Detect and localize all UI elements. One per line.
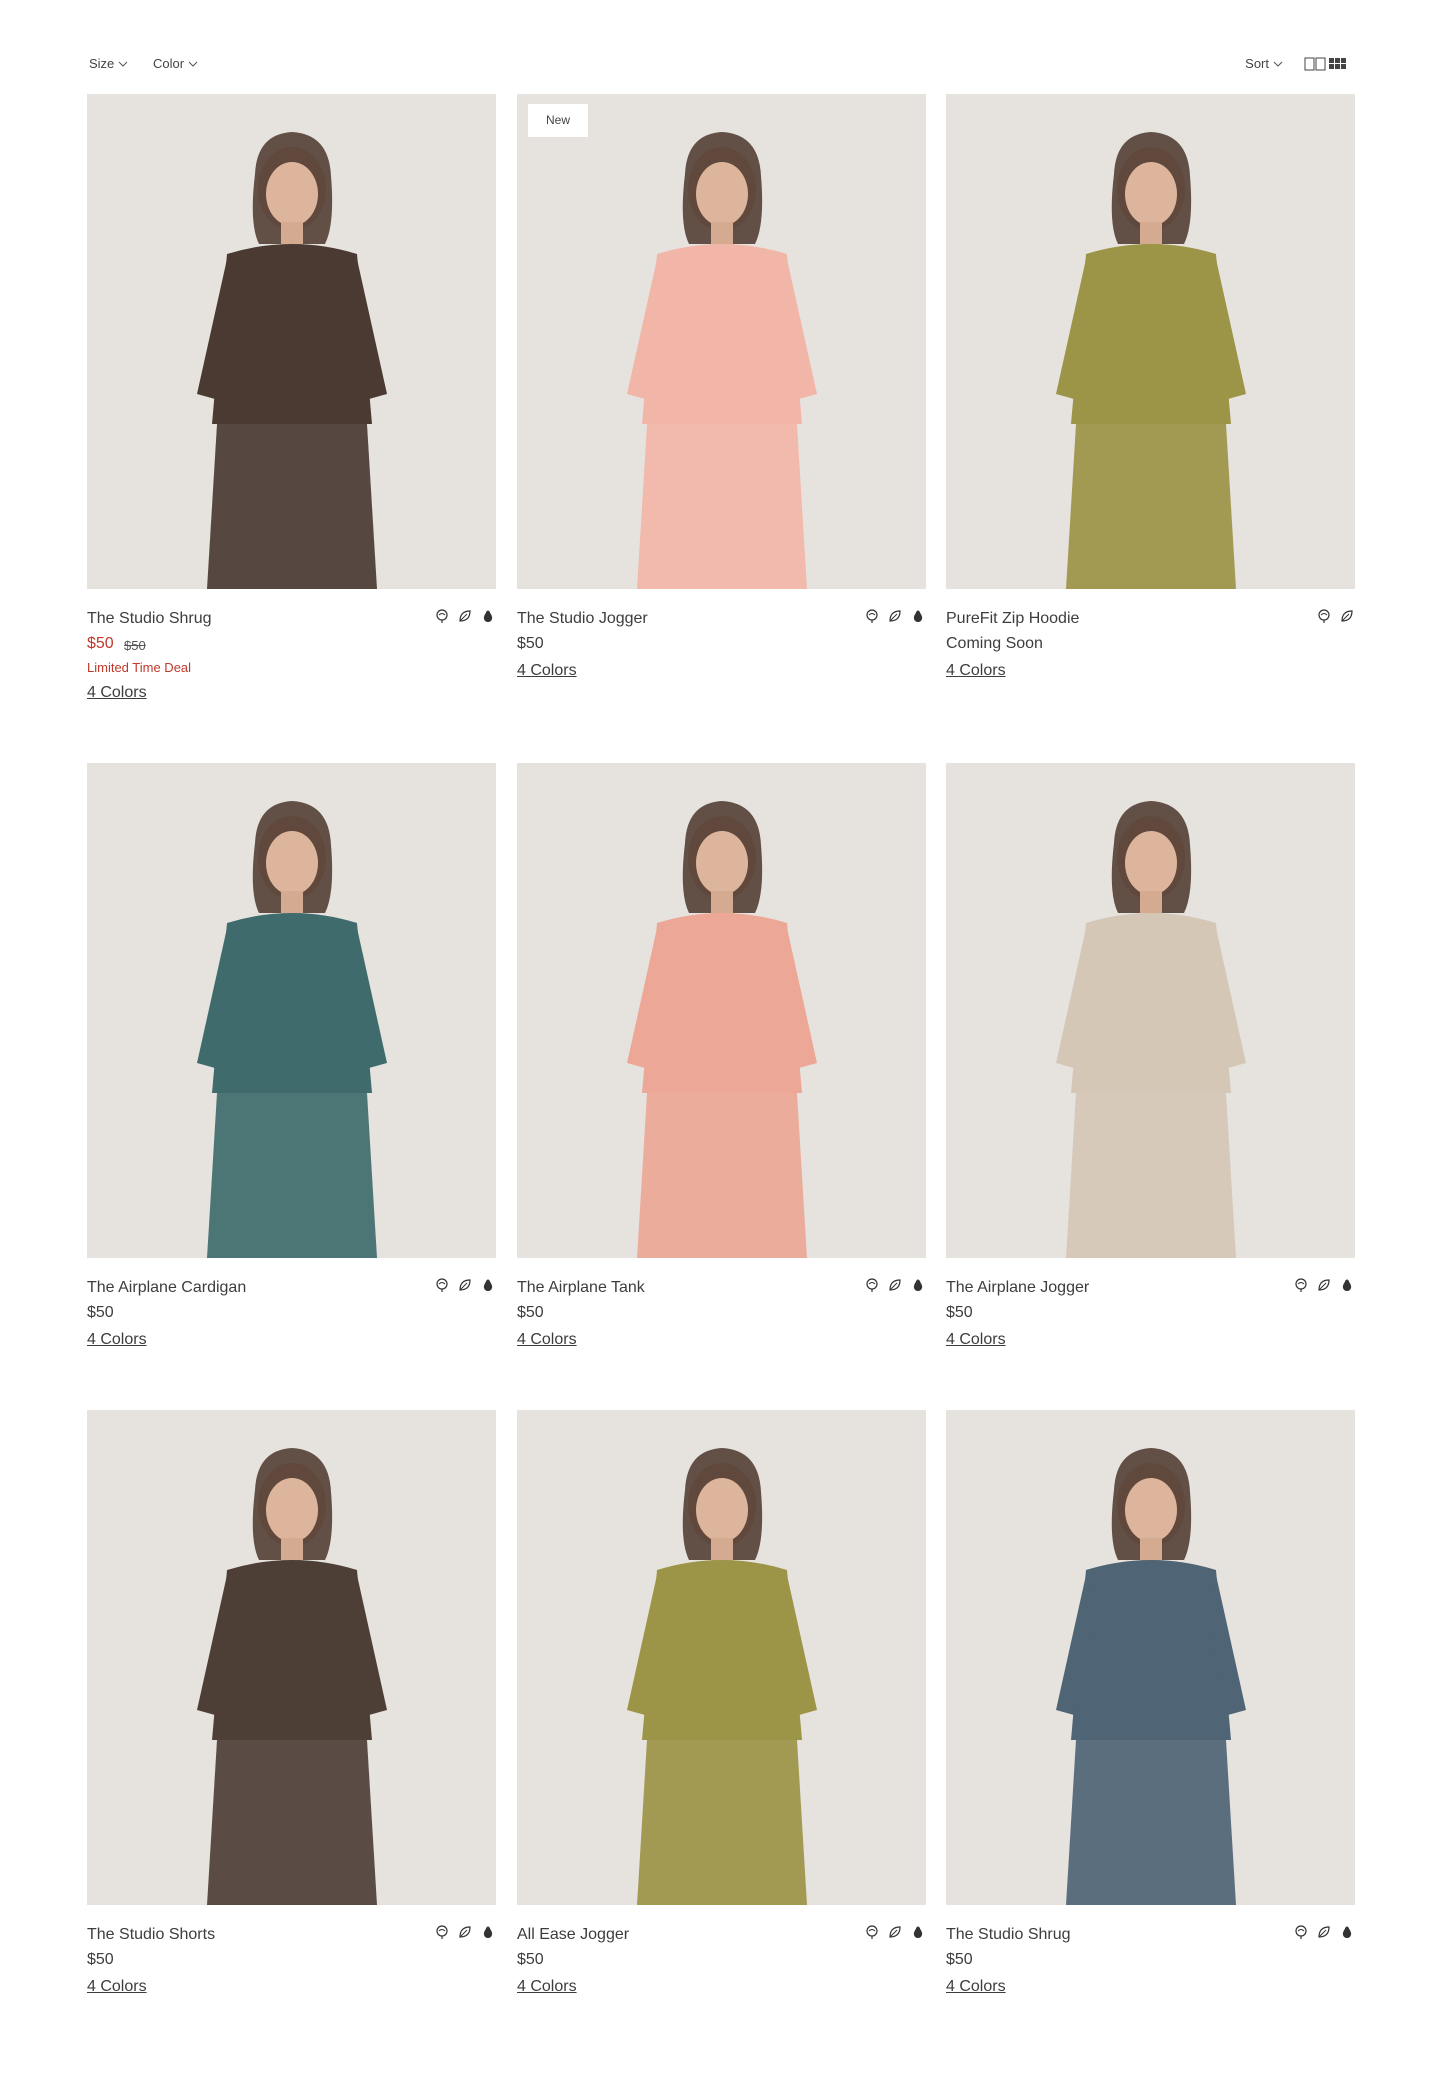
water-drop-icon (910, 1277, 926, 1293)
model-photo (946, 1410, 1355, 1905)
product-name[interactable]: The Studio Shorts (87, 1926, 215, 1944)
colors-link[interactable]: 4 Colors (517, 1331, 577, 1349)
product-price: $50 (87, 1951, 114, 1968)
water-drop-icon (910, 1924, 926, 1940)
original-price: $50 (124, 638, 146, 653)
sustainability-icons (864, 1924, 926, 1940)
product-image[interactable] (517, 1410, 926, 1905)
color-filter-button[interactable]: Color (153, 56, 198, 71)
water-drop-icon (910, 608, 926, 624)
product-name[interactable]: The Studio Shrug (87, 610, 212, 628)
colors-link[interactable]: 4 Colors (946, 1978, 1006, 1996)
product-price: $50 (517, 1951, 544, 1968)
product-image[interactable] (87, 1410, 496, 1905)
sustainability-icons (864, 1277, 926, 1293)
sustainability-icons (434, 1924, 496, 1940)
filter-toolbar: Size Color Sort (87, 48, 1351, 84)
three-column-view-button[interactable] (1329, 56, 1351, 72)
model-photo (517, 763, 926, 1258)
two-column-grid-icon (1304, 57, 1326, 71)
model-photo (946, 94, 1355, 589)
sustainability-icons (1293, 1924, 1355, 1940)
product-name[interactable]: The Airplane Jogger (946, 1279, 1089, 1297)
model-photo (517, 94, 926, 589)
leaf-icon (1339, 608, 1355, 624)
product-price: Coming Soon (946, 635, 1043, 652)
product-image[interactable] (946, 763, 1355, 1258)
product-image[interactable] (87, 763, 496, 1258)
organic-cotton-icon (1293, 1924, 1309, 1940)
product-price: $50 (946, 1951, 973, 1968)
product-name[interactable]: The Studio Jogger (517, 610, 648, 628)
organic-cotton-icon (864, 608, 880, 624)
product-name[interactable]: The Airplane Tank (517, 1279, 645, 1297)
product-price: $50 (87, 1304, 114, 1321)
organic-cotton-icon (434, 1924, 450, 1940)
water-drop-icon (1339, 1924, 1355, 1940)
two-column-view-button[interactable] (1304, 56, 1326, 72)
organic-cotton-icon (1316, 608, 1332, 624)
chevron-down-icon (118, 61, 128, 67)
leaf-icon (887, 608, 903, 624)
colors-link[interactable]: 4 Colors (517, 1978, 577, 1996)
leaf-icon (1316, 1277, 1332, 1293)
organic-cotton-icon (864, 1277, 880, 1293)
model-photo (517, 1410, 926, 1905)
leaf-icon (457, 1924, 473, 1940)
size-filter-label: Size (89, 56, 115, 71)
colors-link[interactable]: 4 Colors (946, 1331, 1006, 1349)
organic-cotton-icon (434, 608, 450, 624)
leaf-icon (887, 1924, 903, 1940)
sustainability-icons (434, 1277, 496, 1293)
leaf-icon (887, 1277, 903, 1293)
leaf-icon (457, 1277, 473, 1293)
product-image[interactable]: New (517, 94, 926, 589)
product-name[interactable]: PureFit Zip Hoodie (946, 610, 1079, 628)
sustainability-icons (1293, 1277, 1355, 1293)
water-drop-icon (480, 1924, 496, 1940)
chevron-down-icon (188, 61, 198, 67)
colors-link[interactable]: 4 Colors (946, 662, 1006, 680)
model-photo (946, 763, 1355, 1258)
product-name[interactable]: The Airplane Cardigan (87, 1279, 246, 1297)
product-name[interactable]: All Ease Jogger (517, 1926, 629, 1944)
leaf-icon (1316, 1924, 1332, 1940)
sustainability-icons (864, 608, 926, 624)
product-image[interactable] (517, 763, 926, 1258)
product-price: $50 (87, 635, 114, 652)
colors-link[interactable]: 4 Colors (517, 662, 577, 680)
sort-button[interactable]: Sort (1245, 56, 1283, 71)
size-filter-button[interactable]: Size (89, 56, 128, 71)
three-column-grid-icon (1329, 58, 1346, 69)
color-filter-label: Color (153, 56, 185, 71)
product-price: $50 (517, 635, 544, 652)
new-badge: New (528, 104, 589, 137)
water-drop-icon (1339, 1277, 1355, 1293)
water-drop-icon (480, 608, 496, 624)
product-price: $50 (946, 1304, 973, 1321)
organic-cotton-icon (434, 1277, 450, 1293)
product-image[interactable] (946, 94, 1355, 589)
leaf-icon (457, 608, 473, 624)
product-image[interactable] (87, 94, 496, 589)
colors-link[interactable]: 4 Colors (87, 1331, 147, 1349)
colors-link[interactable]: 4 Colors (87, 684, 147, 702)
sustainability-icons (1316, 608, 1355, 624)
chevron-down-icon (1273, 61, 1283, 67)
view-toggle (1304, 56, 1351, 72)
deal-label: Limited Time Deal (87, 660, 192, 675)
model-photo (87, 94, 496, 589)
colors-link[interactable]: 4 Colors (87, 1978, 147, 1996)
organic-cotton-icon (864, 1924, 880, 1940)
organic-cotton-icon (1293, 1277, 1309, 1293)
sort-label: Sort (1245, 56, 1269, 71)
sustainability-icons (434, 608, 496, 624)
product-name[interactable]: The Studio Shrug (946, 1926, 1071, 1944)
model-photo (87, 763, 496, 1258)
product-price: $50 (517, 1304, 544, 1321)
product-image[interactable] (946, 1410, 1355, 1905)
water-drop-icon (480, 1277, 496, 1293)
model-photo (87, 1410, 496, 1905)
